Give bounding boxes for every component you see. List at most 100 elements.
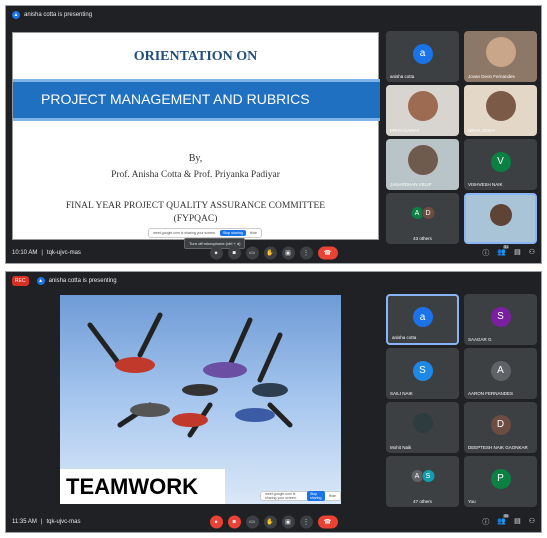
participant-photo (485, 37, 516, 68)
hand-icon: ✋ (266, 519, 274, 526)
hide-button[interactable]: Hide (250, 231, 257, 235)
teamwork-image: TEAMWORK meet.google.com is sharing your… (60, 295, 341, 504)
leave-call-button[interactable]: ☎ (317, 246, 338, 260)
divider: | (41, 250, 43, 256)
shared-slide: ORIENTATION ON PROJECT MANAGEMENT AND RU… (12, 32, 380, 240)
bottom-bar: 10:10 AM | tqk-ujvc-mas ● ■ ▭ ✋ ▣ ⋮ ☎ ⓘ … (6, 243, 541, 263)
screen-share-notice: meet.google.com is sharing your screen. … (148, 228, 262, 238)
participant-tile[interactable]: a anisha cotta (386, 31, 459, 82)
camera-button[interactable]: ■ (227, 246, 241, 260)
participant-name: anisha cotta (390, 74, 415, 79)
microphone-button[interactable]: ● (209, 246, 223, 260)
participant-name: SAILI NAIK (390, 391, 413, 396)
participant-tile[interactable]: S SAILI NAIK (386, 348, 459, 399)
presenting-bar: ▲ anisha cotta is presenting (6, 6, 541, 24)
hand-icon: ✋ (266, 250, 274, 257)
call-controls: ● ■ ▭ ✋ ▣ ⋮ ☎ (209, 246, 338, 260)
slide-band: PROJECT MANAGEMENT AND RUBRICS (13, 79, 380, 121)
participant-tile[interactable]: a anisha cotta (386, 294, 459, 345)
others-avatars: A S (410, 469, 435, 484)
hide-button[interactable]: Hide (329, 494, 336, 498)
more-options-button[interactable]: ⋮ (299, 515, 313, 529)
participant-name: JANARDHAN VELIP (390, 182, 432, 187)
avatar: a (412, 307, 433, 328)
participant-photo (407, 91, 438, 122)
activities-icon[interactable]: ⚇ (529, 248, 535, 258)
divider: | (40, 519, 43, 525)
screen-share-notice: meet.google.com is sharing your screen. … (260, 491, 341, 501)
leave-call-button[interactable]: ☎ (317, 515, 338, 529)
participant-photo (485, 91, 516, 122)
participant-name: PRIYA KAMAT (390, 128, 420, 133)
mic-off-icon: ● (214, 519, 218, 525)
slide-by: By, (188, 153, 203, 164)
participant-tile[interactable]: V VISHVESH NAIK (464, 139, 537, 190)
others-avatars: A D (410, 206, 435, 221)
chat-icon[interactable]: ▤ (514, 517, 521, 527)
avatar: S (490, 306, 511, 327)
avatar: V (490, 151, 511, 172)
more-icon: ⋮ (303, 250, 309, 257)
others-count: 43 others (413, 236, 432, 241)
participant-tile[interactable]: JANARDHAN VELIP (386, 139, 459, 190)
raise-hand-button[interactable]: ✋ (263, 246, 277, 260)
participant-tile[interactable]: PRIYA KAMAT (386, 85, 459, 136)
stop-sharing-button[interactable]: Stop sharing (220, 230, 246, 236)
others-tile[interactable]: A S 47 others (386, 456, 459, 507)
participant-tile[interactable]: NEHA JOSHI (464, 85, 537, 136)
captions-button[interactable]: ▭ (245, 515, 259, 529)
stop-sharing-button[interactable]: Stop sharing (306, 491, 325, 501)
captions-button[interactable]: ▭ (245, 246, 259, 260)
avatar: D (490, 414, 511, 435)
self-tile[interactable] (464, 193, 537, 244)
camera-button[interactable]: ■ (227, 515, 241, 529)
presenting-bar: REC ▲ anisha cotta is presenting (6, 272, 541, 290)
more-options-button[interactable]: ⋮ (299, 246, 313, 260)
participant-name: SAAGAR G (468, 337, 492, 342)
right-controls: ⓘ 👥 51 ▤ ⚇ (482, 245, 535, 258)
participant-tile[interactable]: A AARON FERNANDES (464, 348, 537, 399)
cc-icon: ▭ (249, 519, 255, 526)
present-button[interactable]: ▣ (281, 246, 295, 260)
participant-name: Mohit Naik (390, 445, 412, 450)
people-icon[interactable]: 👥 55 (497, 514, 510, 527)
participant-name: DEEPTESH NAIK GAONKAR (468, 445, 528, 450)
avatar: S (412, 360, 433, 381)
info-icon[interactable]: ⓘ (482, 517, 489, 527)
participant-name: NEHA JOSHI (468, 128, 495, 133)
mic-icon: ● (214, 250, 218, 256)
avatar: A (490, 360, 511, 381)
slide-title: ORIENTATION ON (133, 49, 258, 64)
participant-tile[interactable]: S SAAGAR G (464, 294, 537, 345)
call-controls: ● ■ ▭ ✋ ▣ ⋮ ☎ (209, 515, 338, 529)
people-count: 51 (503, 245, 510, 249)
self-tile[interactable]: P You (464, 456, 537, 507)
others-tile[interactable]: A D 43 others (386, 193, 459, 244)
participant-tile[interactable]: D DEEPTESH NAIK GAONKAR (464, 402, 537, 453)
present-button[interactable]: ▣ (281, 515, 295, 529)
avatar: a (412, 43, 433, 64)
cc-icon: ▭ (249, 250, 255, 257)
raise-hand-button[interactable]: ✋ (263, 515, 277, 529)
people-icon[interactable]: 👥 51 (497, 245, 510, 258)
info-icon[interactable]: ⓘ (482, 248, 489, 258)
avatar: D (421, 206, 435, 221)
more-icon: ⋮ (303, 519, 309, 526)
participant-photo (489, 203, 512, 226)
present-icon: ▲ (12, 11, 20, 19)
activities-icon[interactable]: ⚇ (529, 517, 535, 527)
participant-tile[interactable]: Mohit Naik (386, 402, 459, 453)
participant-tile[interactable]: Jovan Deon Fernandes (464, 31, 537, 82)
meeting-time: 11:35 AM (12, 519, 37, 525)
participant-name: VISHVESH NAIK (468, 182, 503, 187)
share-text: meet.google.com is sharing your screen. (153, 231, 217, 235)
participant-photo (407, 145, 438, 176)
microphone-button[interactable]: ● (209, 515, 223, 529)
meeting-screenshot-2: REC ▲ anisha cotta is presenting TEAMWOR… (5, 271, 542, 533)
present-icon: ▣ (285, 250, 291, 257)
bottom-bar: 11:35 AM | tqk-ujvc-mas ● ■ ▭ ✋ ▣ ⋮ ☎ ⓘ … (6, 512, 541, 532)
chat-icon[interactable]: ▤ (514, 248, 521, 258)
avatar: P (490, 468, 511, 489)
meeting-code: tqk-ujvc-mas (46, 250, 81, 256)
phone-icon: ☎ (323, 250, 332, 257)
